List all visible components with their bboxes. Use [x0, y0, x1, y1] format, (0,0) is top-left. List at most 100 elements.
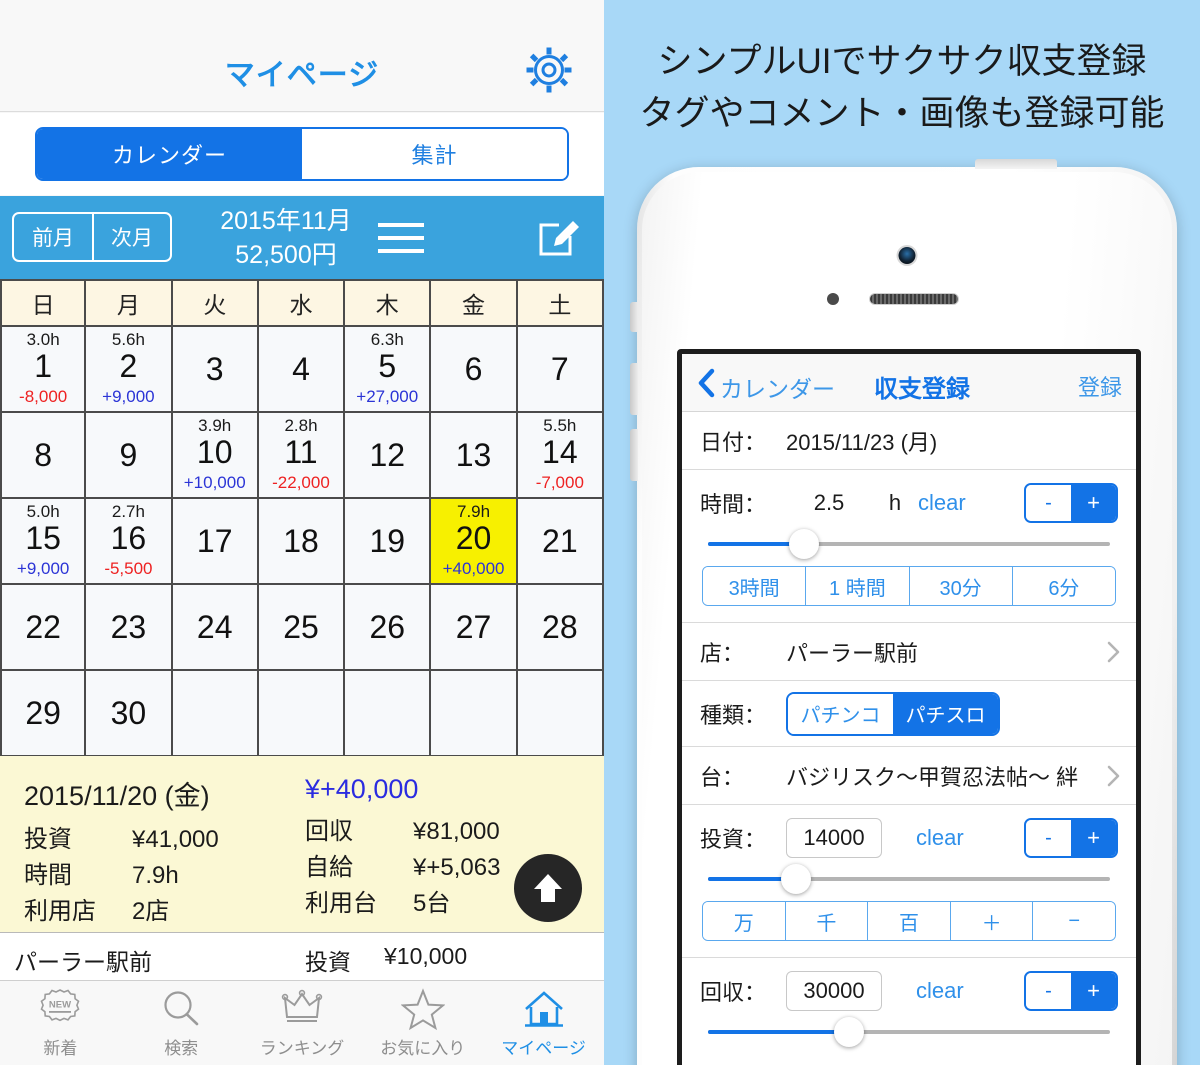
time-label: 時間： [700, 492, 767, 517]
proximity-sensor [827, 293, 839, 305]
chevron-left-icon[interactable] [696, 368, 716, 398]
calendar-day-cell[interactable]: 25 [258, 585, 346, 669]
recovery-decrement-button[interactable]: - [1026, 973, 1071, 1009]
invest-clear-button[interactable]: clear [916, 825, 964, 851]
calendar-day-cell[interactable]: 5.5h 14 -7,000 [517, 413, 604, 497]
hamburger-icon[interactable] [378, 223, 424, 253]
day-detail-date: 2015/11/20 (金) [24, 781, 210, 811]
time-quick-button[interactable]: 3時間 [703, 567, 806, 605]
day-amount: -8,000 [19, 387, 68, 406]
calendar-day-cell[interactable]: 8 [0, 413, 87, 497]
tab-label: 検索 [164, 1039, 199, 1058]
month-total-amount: 52,500円 [235, 241, 337, 269]
tab-calendar[interactable]: カレンダー [37, 129, 302, 179]
calendar-day-cell[interactable]: 5.0h 15 +9,000 [0, 499, 87, 583]
tab-favorites[interactable]: お気に入り [362, 981, 483, 1065]
type-option-pachislot[interactable]: パチスロ [893, 693, 998, 734]
invest-quick-button[interactable]: − [1032, 902, 1115, 940]
calendar-day-cell[interactable]: 2.7h 16 -5,500 [86, 499, 173, 583]
calendar-day-cell[interactable]: 17 [172, 499, 259, 583]
calendar-day-cell[interactable]: 9 [86, 413, 173, 497]
recovery-slider[interactable] [708, 1017, 1110, 1047]
calendar-day-cell[interactable]: 18 [258, 499, 346, 583]
calendar-day-cell[interactable]: 12 [345, 413, 432, 497]
time-quick-button[interactable]: 30分 [908, 567, 1012, 605]
machine-field-row[interactable]: 台： バジリスク〜甲賀忍法帖〜 絆 [682, 747, 1136, 805]
register-button[interactable]: 登録 [1078, 370, 1122, 402]
time-clear-button[interactable]: clear [918, 490, 966, 516]
calendar-day-cell[interactable]: 4 [258, 327, 346, 411]
store-label: 店： [700, 640, 745, 666]
weekday-label: 日 [31, 292, 55, 318]
invest-quick-buttons: 万 千 百 ＋ − [702, 901, 1116, 941]
invest-quick-button[interactable]: ＋ [949, 902, 1033, 940]
calendar-day-cell[interactable]: 24 [172, 585, 259, 669]
day-number: 14 [542, 434, 578, 470]
time-value[interactable]: 2.5 [786, 490, 872, 516]
volume-up-button[interactable] [630, 363, 638, 415]
volume-down-button[interactable] [630, 429, 638, 481]
tab-mypage[interactable]: マイページ [483, 981, 604, 1065]
next-month-button[interactable]: 次月 [92, 214, 170, 260]
phone-mockup: カレンダー 収支登録 登録 日付： 2015/11/23 (月) 時間： 2.5… [630, 159, 1177, 1065]
tab-new[interactable]: NEW 新着 [0, 981, 121, 1065]
tab-search[interactable]: 検索 [121, 981, 242, 1065]
calendar-day-cell[interactable]: 3 [172, 327, 259, 411]
store-field-row[interactable]: 店： パーラー駅前 [682, 623, 1136, 681]
store-entry-row[interactable]: パーラー駅前 投資 ¥10,000 [0, 933, 604, 981]
recovery-increment-button[interactable]: + [1071, 973, 1116, 1009]
invest-input[interactable]: 14000 [786, 818, 882, 858]
time-slider[interactable] [708, 529, 1110, 559]
calendar-day-cell[interactable]: 26 [345, 585, 432, 669]
tab-ranking[interactable]: ランキング [242, 981, 363, 1065]
type-option-pachinko[interactable]: パチンコ [788, 693, 893, 734]
app-screenshot-panel: マイページ カレンダー 集計 前月 次月 2015年11月 52,500円 日 … [0, 0, 604, 1065]
invest-quick-button[interactable]: 千 [784, 902, 868, 940]
invest-slider-thumb[interactable] [781, 864, 812, 894]
invest-quick-button[interactable]: 万 [703, 902, 785, 940]
calendar-day-cell[interactable]: 29 [0, 671, 87, 755]
calendar-day-cell[interactable]: 28 [517, 585, 604, 669]
day-number: 19 [369, 523, 406, 559]
time-increment-button[interactable]: + [1071, 485, 1116, 521]
tab-summary[interactable]: 集計 [302, 129, 567, 179]
calendar-day-cell[interactable]: 7.9h 20 +40,000 [431, 499, 518, 583]
calendar-day-cell[interactable]: 7 [517, 327, 604, 411]
day-number: 11 [284, 434, 318, 470]
calendar-day-cell[interactable]: 5.6h 2 +9,000 [86, 327, 173, 411]
calendar-day-cell[interactable]: 21 [517, 499, 604, 583]
gear-icon[interactable] [525, 46, 573, 94]
calendar-day-cell[interactable]: 22 [0, 585, 87, 669]
recovery-input[interactable]: 30000 [786, 971, 882, 1011]
day-number: 22 [25, 609, 61, 645]
calendar-day-cell[interactable]: 23 [86, 585, 173, 669]
time-quick-button[interactable]: 6分 [1011, 567, 1115, 605]
time-slider-thumb[interactable] [789, 529, 820, 559]
calendar-day-cell[interactable]: 6 [431, 327, 518, 411]
time-decrement-button[interactable]: - [1026, 485, 1071, 521]
invest-quick-button[interactable]: 百 [867, 902, 950, 940]
calendar-day-cell[interactable]: 2.8h 11 -22,000 [258, 413, 346, 497]
recovery-clear-button[interactable]: clear [916, 978, 964, 1004]
back-label[interactable]: カレンダー [720, 370, 835, 404]
silent-switch[interactable] [630, 302, 638, 332]
day-number: 3 [205, 351, 224, 387]
scroll-to-top-button[interactable] [514, 854, 582, 922]
calendar-day-cell[interactable]: 19 [345, 499, 432, 583]
recovery-slider-thumb[interactable] [833, 1017, 864, 1047]
invest-slider[interactable] [708, 864, 1110, 894]
time-quick-button[interactable]: 1 時間 [805, 567, 909, 605]
calendar-day-cell[interactable]: 6.3h 5 +27,000 [345, 327, 432, 411]
calendar-day-cell[interactable]: 27 [431, 585, 518, 669]
calendar-day-cell[interactable]: 30 [86, 671, 173, 755]
edit-pencil-icon[interactable] [537, 216, 579, 258]
invest-increment-button[interactable]: + [1071, 820, 1116, 856]
calendar-day-cell[interactable]: 13 [431, 413, 518, 497]
calendar-day-cell[interactable]: 3.0h 1 -8,000 [0, 327, 87, 411]
calendar-day-cell[interactable]: 3.9h 10 +10,000 [172, 413, 259, 497]
prev-month-button[interactable]: 前月 [14, 214, 92, 260]
power-button[interactable] [975, 159, 1057, 169]
page-title: マイページ [224, 59, 380, 92]
invest-decrement-button[interactable]: - [1026, 820, 1071, 856]
date-field-row[interactable]: 日付： 2015/11/23 (月) [682, 412, 1136, 470]
